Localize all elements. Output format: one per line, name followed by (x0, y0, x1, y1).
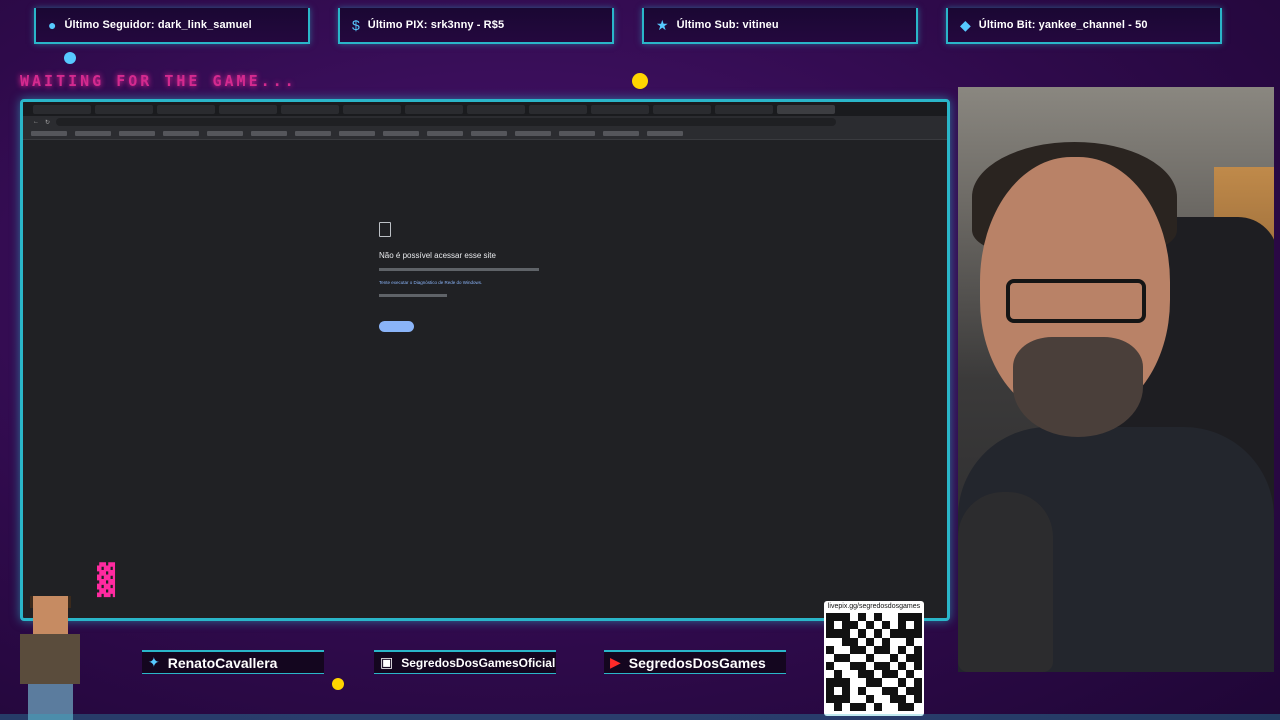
webcam-microphone (958, 492, 1053, 672)
browser-tab[interactable] (157, 104, 215, 114)
bookmark-item[interactable] (383, 131, 419, 136)
browser-toolbar: ← ↻ (23, 116, 947, 128)
social-handle: RenatoCavallera (167, 654, 278, 671)
bookmark-item[interactable] (31, 131, 67, 136)
webcam-glasses (1006, 279, 1146, 323)
qr-code (826, 613, 922, 711)
browser-tab[interactable] (653, 104, 711, 114)
diamond-icon: ◆ (960, 16, 971, 33)
reload-icon[interactable]: ↻ (45, 119, 50, 126)
bottom-band (0, 714, 1280, 720)
bookmark-item[interactable] (163, 131, 199, 136)
browser-tab[interactable] (219, 104, 277, 114)
bookmark-item[interactable] (75, 131, 111, 136)
error-suggestion-link[interactable]: Tente executar o Diagnóstico de Rede do … (379, 280, 482, 285)
decor-dot (332, 678, 344, 690)
bookmark-item[interactable] (559, 131, 595, 136)
bookmark-item[interactable] (119, 131, 155, 136)
social-twitter: ✦ RenatoCavallera (142, 650, 324, 674)
browser-tab[interactable] (33, 104, 91, 114)
bookmark-item[interactable] (515, 131, 551, 136)
browser-tab[interactable] (529, 104, 587, 114)
webcam-beard (1013, 337, 1143, 437)
youtube-icon: ▶ (610, 654, 621, 670)
bookmark-item[interactable] (207, 131, 243, 136)
browser-tab[interactable] (281, 104, 339, 114)
browser-tab-active[interactable] (777, 104, 835, 114)
browser-capture: ← ↻ Não é possível acessar esse site Ten… (20, 99, 950, 621)
social-handle: SegredosDosGames (628, 654, 766, 671)
browser-tab[interactable] (715, 104, 773, 114)
bookmark-item[interactable] (427, 131, 463, 136)
bookmark-item[interactable] (647, 131, 683, 136)
reload-button[interactable] (379, 321, 414, 332)
address-bar[interactable] (56, 118, 837, 126)
alert-text: Último Sub: vitineu (676, 19, 779, 31)
alert-text: Último PIX: srk3nny - R$5 (367, 19, 505, 31)
bookmarks-bar (23, 128, 947, 140)
browser-tab[interactable] (343, 104, 401, 114)
error-panel: Não é possível acessar esse site Tente e… (379, 222, 639, 337)
error-suggestion: Tente executar o Diagnóstico de Rede do … (379, 280, 639, 285)
browser-tab[interactable] (467, 104, 525, 114)
twitter-icon: ✦ (148, 654, 160, 670)
alert-last-follower: ● Último Seguidor: dark_link_samuel (34, 8, 310, 44)
bookmark-item[interactable] (339, 131, 375, 136)
alert-last-sub: ★ Último Sub: vitineu (642, 8, 918, 44)
alert-last-bit: ◆ Último Bit: yankee_channel - 50 (946, 8, 1222, 44)
qr-label: livepix.gg/segredosdosgames (827, 603, 921, 610)
alert-last-pix: $ Último PIX: srk3nny - R$5 (338, 8, 614, 44)
webcam-feed (958, 87, 1274, 672)
social-instagram: ▣ SegredosDosGamesOficial (374, 650, 556, 674)
alert-text: Último Bit: yankee_channel - 50 (978, 19, 1148, 31)
social-handle: SegredosDosGamesOficial (401, 655, 556, 670)
instagram-icon: ▣ (380, 654, 394, 670)
browser-tab[interactable] (405, 104, 463, 114)
star-icon: ★ (656, 16, 669, 33)
bookmark-item[interactable] (603, 131, 639, 136)
error-title: Não é possível acessar esse site (379, 251, 496, 260)
error-description (379, 268, 539, 271)
dollar-icon: $ (352, 17, 360, 33)
broken-page-icon (379, 222, 391, 237)
browser-tab[interactable] (591, 104, 649, 114)
space-invader-icon: ▓ (97, 563, 116, 598)
waiting-banner: WAITING FOR THE GAME... (20, 72, 297, 90)
alert-text: Último Seguidor: dark_link_samuel (64, 19, 252, 31)
error-code (379, 294, 447, 297)
browser-tabstrip (23, 102, 947, 116)
social-youtube: ▶ SegredosDosGames (604, 650, 786, 674)
qr-code-panel: livepix.gg/segredosdosgames (824, 601, 924, 716)
bookmark-item[interactable] (295, 131, 331, 136)
bookmark-item[interactable] (251, 131, 287, 136)
pixel-character (8, 596, 88, 720)
back-icon[interactable]: ← (33, 119, 39, 125)
bookmark-item[interactable] (471, 131, 507, 136)
browser-tab[interactable] (95, 104, 153, 114)
decor-dot (64, 52, 76, 64)
user-icon: ● (48, 17, 57, 33)
decor-dot (632, 73, 648, 89)
